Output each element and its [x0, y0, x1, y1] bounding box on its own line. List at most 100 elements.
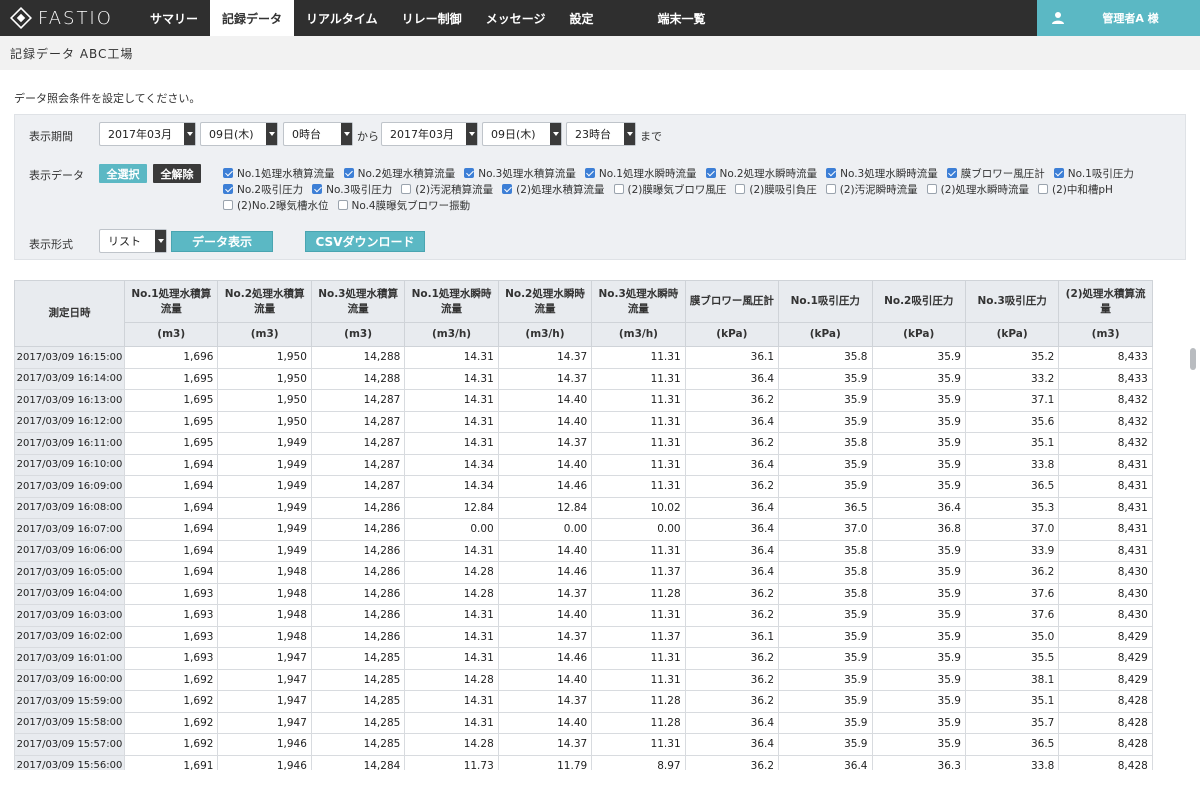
series-checkbox[interactable]: No.4膜曝気ブロワー振動	[337, 198, 470, 213]
checked-box-icon[interactable]	[312, 184, 323, 194]
format-select[interactable]: リスト	[99, 229, 167, 253]
table-scrollbar-thumb[interactable]	[1190, 348, 1196, 370]
cell-value: 1,950	[217, 389, 312, 412]
from-month-select[interactable]: 2017年03月	[99, 122, 196, 146]
cell-value: 36.5	[964, 733, 1060, 756]
cell-value: 14,288	[310, 367, 406, 390]
cell-value: 14,286	[310, 518, 406, 541]
unchecked-box-icon[interactable]	[337, 200, 348, 210]
table-row: 2017/03/09 16:03:00 1,693 1,948 14,286 14.31…	[14, 604, 1153, 627]
series-checkbox[interactable]: No.1処理水瞬時流量	[584, 166, 697, 181]
clear-all-button[interactable]: 全解除	[153, 164, 201, 183]
cell-value: 14,287	[310, 432, 406, 455]
checked-box-icon[interactable]	[223, 168, 233, 178]
nav-relay[interactable]: リレー制御	[390, 0, 474, 36]
series-checkbox[interactable]: (2)膜吸引負圧	[735, 182, 817, 197]
unchecked-box-icon[interactable]	[735, 184, 746, 194]
series-checkbox-label: No.1処理水積算流量	[237, 167, 335, 180]
select-all-button[interactable]: 全選択	[99, 164, 147, 183]
table-row: 2017/03/09 16:05:00 1,694 1,948 14,286 14.28…	[14, 561, 1153, 584]
from-hour-select[interactable]: 0時台	[283, 122, 353, 146]
series-checkbox[interactable]: (2)汚泥積算流量	[401, 182, 493, 197]
nav-messages[interactable]: メッセージ	[474, 0, 558, 36]
series-checkbox[interactable]: No.2吸引圧力	[223, 182, 303, 197]
series-checkbox[interactable]: No.2処理水積算流量	[343, 166, 455, 181]
series-checkbox[interactable]: No.3吸引圧力	[312, 182, 392, 197]
instruction-text: データ照会条件を設定してください。	[14, 92, 201, 105]
checked-box-icon[interactable]	[502, 184, 513, 194]
from-day-value: 09日(木)	[209, 128, 254, 141]
cell-value: 1,692	[123, 711, 219, 734]
cell-value: 14.28	[404, 561, 499, 584]
cell-datetime: 2017/03/09 16:08:00	[14, 496, 125, 519]
cell-value: 8,432	[1058, 432, 1153, 455]
cell-value: 36.8	[871, 518, 966, 541]
series-checkbox[interactable]: No.3処理水瞬時流量	[826, 166, 938, 181]
cell-value: 8,433	[1058, 346, 1153, 369]
cell-datetime: 2017/03/09 15:59:00	[14, 690, 125, 713]
cell-value: 1,947	[217, 647, 312, 670]
show-data-button[interactable]: データ表示	[171, 231, 273, 252]
cell-value: 33.9	[964, 539, 1060, 562]
nav-realtime[interactable]: リアルタイム	[294, 0, 390, 36]
csv-download-button[interactable]: CSVダウンロード	[305, 231, 425, 252]
unchecked-box-icon[interactable]	[926, 184, 937, 194]
unchecked-box-icon[interactable]	[1038, 184, 1048, 194]
series-checkbox[interactable]: (2)膜曝気ブロワ風圧	[613, 182, 726, 197]
checked-box-icon[interactable]	[584, 168, 595, 178]
cell-value: 14.40	[497, 604, 593, 627]
cell-value: 36.4	[684, 367, 780, 390]
display-data-label: 表示データ	[29, 169, 84, 182]
series-checkbox[interactable]: No.3処理水積算流量	[464, 166, 576, 181]
series-checkbox-label: (2)汚泥積算流量	[415, 183, 494, 196]
series-checkbox[interactable]: (2)No.2曝気槽水位	[223, 198, 329, 213]
checked-box-icon[interactable]	[705, 168, 716, 178]
cell-value: 35.9	[871, 647, 966, 670]
cell-value: 35.8	[778, 582, 873, 605]
nav-records[interactable]: 記録データ	[210, 0, 295, 36]
cell-value: 11.79	[497, 754, 593, 770]
unchecked-box-icon[interactable]	[613, 184, 624, 194]
cell-value: 14.31	[404, 625, 499, 648]
cell-value: 36.2	[684, 432, 780, 455]
series-checkbox[interactable]: No.1処理水積算流量	[223, 166, 335, 181]
data-table-container[interactable]: 測定日時 No.1処理水積算流量 No.2処理水積算流量 No.3処理水積算流量 No.…	[14, 280, 1172, 770]
brand-logo[interactable]: FASTIO	[0, 0, 138, 36]
series-checkbox[interactable]: (2)処理水瞬時流量	[926, 182, 1029, 197]
nav-summary[interactable]: サマリー	[138, 0, 210, 36]
nav-settings[interactable]: 設定	[557, 0, 605, 36]
from-text: から	[357, 130, 379, 143]
to-day-select[interactable]: 09日(木)	[482, 122, 562, 146]
cell-value: 36.2	[684, 582, 780, 605]
to-month-select[interactable]: 2017年03月	[381, 122, 478, 146]
series-checkbox[interactable]: (2)中和槽pH	[1038, 182, 1113, 197]
column-header: No.2処理水瞬時流量	[497, 280, 593, 323]
to-hour-select[interactable]: 23時台	[566, 122, 636, 146]
checked-box-icon[interactable]	[464, 168, 475, 178]
series-checkbox[interactable]: 膜ブロワー風圧計	[946, 166, 1045, 181]
nav-device-list[interactable]: 端末一覧	[645, 0, 717, 36]
series-checkbox[interactable]: No.2処理水瞬時流量	[705, 166, 817, 181]
checked-box-icon[interactable]	[1053, 168, 1064, 178]
series-checkbox[interactable]: No.1吸引圧力	[1053, 166, 1134, 181]
unchecked-box-icon[interactable]	[223, 200, 233, 210]
checked-box-icon[interactable]	[343, 168, 354, 178]
checked-box-icon[interactable]	[826, 168, 837, 178]
cell-value: 35.9	[778, 604, 873, 627]
cell-value: 35.9	[778, 647, 873, 670]
series-checkbox[interactable]: (2)処理水積算流量	[502, 182, 605, 197]
unchecked-box-icon[interactable]	[401, 184, 412, 194]
series-checkbox[interactable]: (2)汚泥瞬時流量	[825, 182, 918, 197]
from-day-select[interactable]: 09日(木)	[200, 122, 278, 146]
checked-box-icon[interactable]	[946, 168, 957, 178]
checked-box-icon[interactable]	[223, 184, 233, 194]
column-unit: (m3/h)	[497, 322, 593, 347]
user-menu[interactable]: 管理者A 様	[1037, 0, 1200, 36]
unchecked-box-icon[interactable]	[825, 184, 836, 194]
checkbox-row-3: (2)No.2曝気槽水位 No.4膜曝気ブロワー振動	[223, 197, 1183, 213]
cell-value: 35.9	[871, 432, 966, 455]
cell-datetime: 2017/03/09 15:56:00	[14, 754, 125, 770]
cell-value: 14,287	[310, 475, 406, 498]
cell-value: 35.9	[871, 668, 966, 691]
cell-datetime: 2017/03/09 16:15:00	[14, 346, 125, 369]
